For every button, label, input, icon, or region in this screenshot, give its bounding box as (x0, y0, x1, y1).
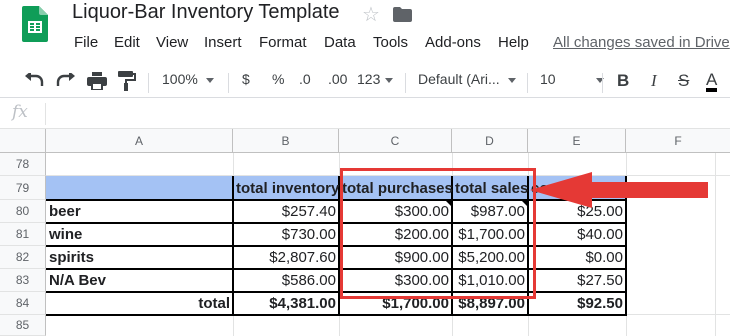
row-label-spirits[interactable]: spirits (46, 246, 233, 269)
bold-button[interactable]: B (617, 71, 629, 91)
row-header-85[interactable]: 85 (0, 315, 46, 336)
chevron-down-icon (205, 77, 214, 83)
font-size-select[interactable]: 10 (540, 71, 604, 87)
document-title[interactable]: Liquor-Bar Inventory Template (72, 1, 340, 24)
row-header-78[interactable]: 78 (0, 153, 46, 176)
header-total-inventory[interactable]: total inventory (233, 176, 339, 200)
formula-bar: fx (0, 99, 730, 129)
more-formats-select[interactable]: 123 (357, 71, 394, 87)
table-cell[interactable]: $257.40 (233, 200, 339, 223)
more-formats-label: 123 (357, 71, 381, 87)
menu-file[interactable]: File (74, 34, 98, 51)
row-header-83[interactable]: 83 (0, 269, 46, 292)
formula-divider (45, 103, 46, 125)
total-inventory-value[interactable]: $4,381.00 (233, 292, 339, 315)
row-label-beer[interactable]: beer (46, 200, 233, 223)
menu-add-ons[interactable]: Add-ons (425, 34, 481, 51)
column-header-c[interactable]: C (339, 129, 452, 153)
font-family-select[interactable]: Default (Ari... (418, 71, 516, 87)
menu-view[interactable]: View (156, 34, 188, 51)
star-icon[interactable]: ☆ (362, 2, 380, 27)
toolbar-divider (148, 73, 149, 93)
table-cell[interactable]: $730.00 (233, 223, 339, 246)
toolbar-divider (527, 73, 528, 93)
save-status-link[interactable]: All changes saved in Drive (553, 34, 730, 51)
zoom-select[interactable]: 100% (162, 71, 214, 87)
table-cell[interactable]: $27.50 (528, 269, 626, 292)
highlight-box (340, 168, 536, 299)
row-label-wine[interactable]: wine (46, 223, 233, 246)
increase-decimal-button[interactable]: .00 (328, 71, 347, 87)
row-label-na-bev[interactable]: N/A Bev (46, 269, 233, 292)
row-header-81[interactable]: 81 (0, 223, 46, 246)
font-size-value: 10 (540, 71, 556, 87)
text-color-button[interactable]: A (706, 71, 718, 92)
print-icon[interactable] (87, 72, 107, 90)
toolbar-divider (405, 73, 406, 93)
toolbar-divider (228, 73, 229, 93)
table-cell[interactable]: $586.00 (233, 269, 339, 292)
row-header-82[interactable]: 82 (0, 246, 46, 269)
formula-input[interactable] (52, 105, 722, 123)
column-header-d[interactable]: D (452, 129, 528, 153)
menu-insert[interactable]: Insert (204, 34, 242, 51)
redo-icon[interactable] (56, 73, 76, 87)
percent-format-button[interactable]: % (272, 71, 284, 87)
chevron-down-icon (507, 77, 516, 83)
menu-edit[interactable]: Edit (114, 34, 140, 51)
column-header-e[interactable]: E (528, 129, 626, 153)
total-comp-value[interactable]: $92.50 (528, 292, 626, 315)
fx-icon: fx (12, 102, 28, 122)
red-arrow-icon (530, 172, 708, 208)
menu-data[interactable]: Data (324, 34, 356, 51)
currency-format-button[interactable]: $ (242, 71, 250, 87)
total-label[interactable]: total (46, 292, 233, 315)
column-header-a[interactable]: A (46, 129, 233, 153)
toolbar-divider (602, 73, 603, 93)
paint-format-icon[interactable] (118, 71, 136, 91)
row-header-80[interactable]: 80 (0, 200, 46, 223)
folder-icon[interactable] (393, 7, 412, 22)
chevron-down-icon (385, 77, 394, 83)
sheets-logo-icon[interactable] (22, 6, 48, 42)
table-cell[interactable]: $2,807.60 (233, 246, 339, 269)
row-header-79[interactable]: 79 (0, 176, 46, 200)
column-header-b[interactable]: B (233, 129, 339, 153)
toolbar: 100% $ % .0 .00 123 Default (Ari... 10 B… (0, 64, 730, 98)
decrease-decimal-button[interactable]: .0 (299, 71, 311, 87)
strikethrough-button[interactable]: S (678, 71, 689, 91)
font-family-value: Default (Ari... (418, 71, 500, 87)
undo-icon[interactable] (24, 73, 44, 87)
menu-help[interactable]: Help (498, 34, 529, 51)
menu-format[interactable]: Format (259, 34, 307, 51)
column-header-f[interactable]: F (626, 129, 730, 153)
italic-button[interactable]: I (651, 71, 657, 91)
zoom-value: 100% (162, 71, 198, 87)
table-cell[interactable]: $0.00 (528, 246, 626, 269)
select-all-corner[interactable] (0, 129, 46, 153)
table-cell[interactable]: $40.00 (528, 223, 626, 246)
menu-tools[interactable]: Tools (373, 34, 408, 51)
row-header-84[interactable]: 84 (0, 292, 46, 315)
